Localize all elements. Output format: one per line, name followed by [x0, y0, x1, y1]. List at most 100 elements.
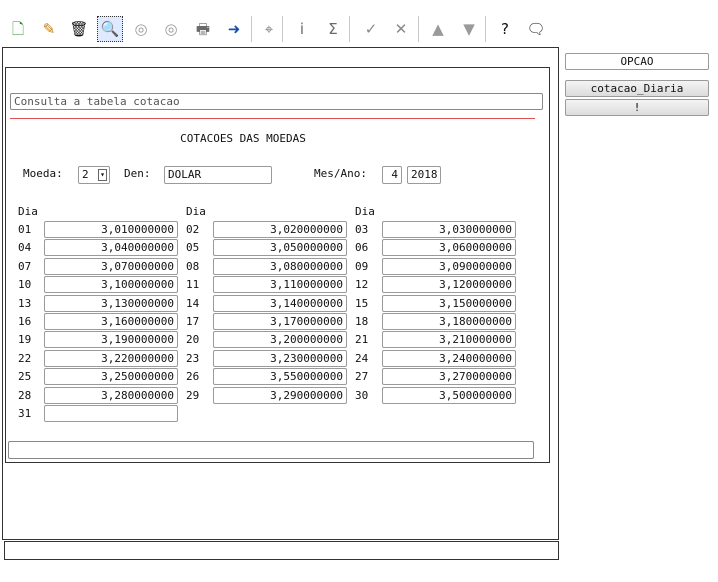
day-label: 22: [18, 351, 32, 365]
day-rate-field[interactable]: 3,150000000: [382, 294, 516, 312]
info-icon[interactable]: i: [289, 16, 315, 42]
opcao-button[interactable]: OPCAO: [565, 53, 709, 70]
day-label: 17: [186, 315, 200, 328]
year-field[interactable]: 2018: [407, 166, 441, 184]
new-icon[interactable]: 🗋: [5, 16, 31, 42]
day-label: 27: [355, 370, 369, 384]
day-label: 10: [18, 278, 32, 292]
day-label: 09: [355, 259, 369, 273]
help-icon[interactable]: ?: [492, 16, 518, 42]
binoculars-icon[interactable]: ⌖: [256, 16, 282, 42]
day-label: 16: [18, 315, 32, 328]
day-rate-field[interactable]: 3,230000000: [213, 349, 347, 367]
day-rate-field[interactable]: 3,020000000: [213, 221, 347, 238]
dia-header-col2: Dia: [186, 205, 206, 218]
day-rate-field[interactable]: 3,270000000: [382, 368, 516, 386]
day-label: 12: [355, 278, 369, 292]
day-label: 20: [186, 333, 200, 347]
day-label: 25: [18, 370, 32, 384]
cancel-icon[interactable]: ✕: [388, 16, 414, 42]
dia-header-col3: Dia: [355, 205, 375, 218]
chat-icon[interactable]: 🗨: [523, 16, 549, 42]
day-label: 07: [18, 259, 32, 273]
day-label: 29: [186, 388, 200, 402]
day-label: 18: [355, 315, 369, 328]
day-label: 21: [355, 333, 369, 347]
day-rate-field[interactable]: 3,210000000: [382, 331, 516, 349]
day-rate-field[interactable]: [44, 405, 178, 422]
day-label: 30: [355, 388, 369, 402]
day-rate-field[interactable]: 3,060000000: [382, 239, 516, 257]
footer-field: [8, 441, 534, 459]
title-divider: [10, 118, 535, 119]
delete-icon[interactable]: 🗑: [66, 16, 92, 42]
consulta-title-field: Consulta a tabela cotacao: [10, 93, 543, 110]
day-rate-field[interactable]: 3,090000000: [382, 257, 516, 275]
day-rate-field[interactable]: 3,110000000: [213, 276, 347, 294]
next-icon[interactable]: ◎: [158, 16, 184, 42]
toolbar-separator: [282, 16, 283, 42]
day-rate-field[interactable]: 3,080000000: [213, 257, 347, 275]
print-icon[interactable]: 🖶: [190, 16, 216, 42]
day-rate-field[interactable]: 3,040000000: [44, 239, 178, 257]
day-label: 08: [186, 259, 200, 273]
day-rate-field[interactable]: 3,120000000: [382, 276, 516, 294]
day-rate-field[interactable]: 3,030000000: [382, 221, 516, 238]
exit-icon[interactable]: ➜: [221, 16, 247, 42]
day-rate-field[interactable]: 3,100000000: [44, 276, 178, 294]
day-label: 15: [355, 296, 369, 310]
day-label: 19: [18, 333, 32, 347]
day-rate-field[interactable]: 3,160000000: [44, 313, 178, 330]
day-label: 06: [355, 241, 369, 255]
exclamation-button[interactable]: !: [565, 99, 709, 116]
cotacao-diaria-button[interactable]: cotacao_Diaria: [565, 80, 709, 97]
day-label: 02: [186, 223, 200, 236]
day-label: 24: [355, 351, 369, 365]
dia-header-col1: Dia: [18, 205, 38, 218]
day-rate-field[interactable]: 3,170000000: [213, 313, 347, 330]
den-field[interactable]: DOLAR: [164, 166, 272, 184]
day-rate-field[interactable]: 3,050000000: [213, 239, 347, 257]
toolbar-separator: [251, 16, 252, 42]
down-icon[interactable]: ▼: [456, 16, 482, 42]
day-rate-field[interactable]: 3,290000000: [213, 386, 347, 404]
day-rate-field[interactable]: 3,500000000: [382, 386, 516, 404]
day-rate-field[interactable]: 3,550000000: [213, 368, 347, 386]
day-rate-field[interactable]: 3,070000000: [44, 257, 178, 275]
day-rate-field[interactable]: 3,190000000: [44, 331, 178, 349]
day-rate-field[interactable]: 3,200000000: [213, 331, 347, 349]
day-rate-field[interactable]: 3,220000000: [44, 349, 178, 367]
day-label: 14: [186, 296, 200, 310]
moeda-value: 2: [82, 168, 89, 181]
up-icon[interactable]: ▲: [425, 16, 451, 42]
edit-icon[interactable]: ✎: [36, 16, 62, 42]
day-label: 13: [18, 296, 32, 310]
day-rate-field[interactable]: 3,180000000: [382, 313, 516, 330]
search-icon[interactable]: 🔍: [97, 16, 123, 42]
day-rate-field[interactable]: 3,280000000: [44, 386, 178, 404]
toolbar-separator: [418, 16, 419, 42]
status-bar: [4, 541, 559, 560]
day-label: 11: [186, 278, 200, 292]
day-rate-field[interactable]: 3,140000000: [213, 294, 347, 312]
day-label: 28: [18, 388, 32, 402]
month-field[interactable]: 4: [382, 166, 402, 184]
confirm-icon[interactable]: ✓: [358, 16, 384, 42]
moeda-field[interactable]: 2 ▾: [78, 166, 110, 184]
day-rate-field[interactable]: 3,250000000: [44, 368, 178, 386]
day-label: 01: [18, 223, 32, 236]
day-label: 03: [355, 223, 369, 236]
sum-icon[interactable]: Σ: [320, 16, 346, 42]
day-label: 26: [186, 370, 200, 384]
day-label: 05: [186, 241, 200, 255]
den-label: Den:: [124, 167, 151, 180]
moeda-lookup-icon[interactable]: ▾: [98, 169, 107, 181]
form-title: COTACOES DAS MOEDAS: [180, 132, 306, 145]
day-rate-field[interactable]: 3,130000000: [44, 294, 178, 312]
day-rate-field[interactable]: 3,240000000: [382, 349, 516, 367]
previous-icon[interactable]: ◎: [128, 16, 154, 42]
moeda-label: Moeda:: [23, 167, 63, 180]
day-label: 04: [18, 241, 32, 255]
day-rate-field[interactable]: 3,010000000: [44, 221, 178, 238]
toolbar-separator: [485, 16, 486, 42]
